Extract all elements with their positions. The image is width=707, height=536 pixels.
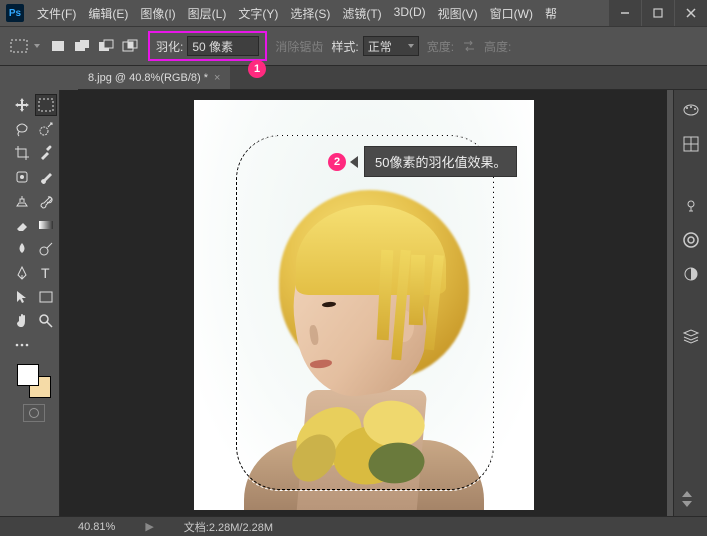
style-select[interactable]: 正常 bbox=[363, 36, 419, 56]
marquee-selection[interactable] bbox=[236, 135, 494, 490]
hand-tool[interactable] bbox=[11, 310, 33, 332]
feather-label: 羽化: bbox=[156, 38, 183, 55]
tool-preset[interactable] bbox=[10, 39, 40, 53]
dodge-tool[interactable] bbox=[35, 238, 57, 260]
quick-mask-toggle[interactable] bbox=[23, 404, 45, 422]
height-label: 高度: bbox=[484, 38, 511, 55]
menu-3d[interactable]: 3D(D) bbox=[389, 2, 431, 25]
new-selection-button[interactable] bbox=[48, 37, 68, 55]
toolbox: T bbox=[8, 90, 60, 516]
tabbar-gutter bbox=[0, 66, 78, 90]
crop-tool[interactable] bbox=[11, 142, 33, 164]
marquee-icon bbox=[10, 39, 28, 53]
type-tool[interactable]: T bbox=[35, 262, 57, 284]
menu-layer[interactable]: 图层(L) bbox=[183, 2, 232, 25]
history-brush-tool[interactable] bbox=[35, 190, 57, 212]
style-label: 样式: bbox=[331, 38, 358, 55]
tab-close-button[interactable]: × bbox=[214, 72, 220, 84]
add-selection-button[interactable] bbox=[72, 37, 92, 55]
antialias-label: 消除锯齿 bbox=[275, 38, 323, 55]
layers-panel-icon[interactable] bbox=[681, 326, 701, 346]
status-bar: 40.81% ▶ 文档:2.28M/2.28M bbox=[0, 516, 707, 536]
empty-tool-slot bbox=[35, 334, 57, 356]
libraries-panel-icon[interactable] bbox=[681, 230, 701, 250]
color-panel-icon[interactable] bbox=[681, 100, 701, 120]
quick-mask-icon bbox=[29, 408, 39, 418]
move-tool[interactable] bbox=[11, 94, 33, 116]
annotation-badge-1: 1 bbox=[248, 60, 266, 78]
doc-info[interactable]: 文档:2.28M/2.28M bbox=[184, 519, 273, 535]
gradient-tool[interactable] bbox=[35, 214, 57, 236]
zoom-readout[interactable]: 40.81% bbox=[78, 521, 115, 533]
annotation-caret-icon bbox=[350, 156, 358, 168]
style-value: 正常 bbox=[368, 38, 392, 55]
titlebar: Ps 文件(F) 编辑(E) 图像(I) 图层(L) 文字(Y) 选择(S) 滤… bbox=[0, 0, 707, 26]
triangle-down-icon bbox=[682, 501, 692, 507]
annotation-2: 2 50像素的羽化值效果。 bbox=[328, 146, 517, 177]
selection-mode-group bbox=[48, 37, 140, 55]
adjustments-panel-icon[interactable] bbox=[681, 264, 701, 284]
menu-help[interactable]: 帮 bbox=[540, 2, 562, 25]
document-tab[interactable]: 8.jpg @ 40.8%(RGB/8) * × bbox=[78, 66, 230, 89]
menu-select[interactable]: 选择(S) bbox=[285, 2, 335, 25]
main-menu: 文件(F) 编辑(E) 图像(I) 图层(L) 文字(Y) 选择(S) 滤镜(T… bbox=[32, 2, 608, 25]
path-selection-tool[interactable] bbox=[11, 286, 33, 308]
color-swatches[interactable] bbox=[17, 364, 51, 398]
menu-edit[interactable]: 编辑(E) bbox=[83, 2, 133, 25]
edit-toolbar-button[interactable] bbox=[11, 334, 33, 356]
foreground-swatch[interactable] bbox=[17, 364, 39, 386]
eraser-tool[interactable] bbox=[11, 214, 33, 236]
close-button[interactable] bbox=[675, 0, 707, 26]
clone-stamp-tool[interactable] bbox=[11, 190, 33, 212]
subtract-selection-button[interactable] bbox=[96, 37, 116, 55]
swap-dims-icon[interactable] bbox=[462, 40, 476, 52]
menu-image[interactable]: 图像(I) bbox=[135, 2, 180, 25]
rectangular-marquee-tool[interactable] bbox=[35, 94, 57, 116]
menu-filter[interactable]: 滤镜(T) bbox=[337, 2, 386, 25]
options-bar: 羽化: 消除锯齿 样式: 正常 宽度: 高度: bbox=[0, 26, 707, 66]
lasso-tool[interactable] bbox=[11, 118, 33, 140]
status-separator: ▶ bbox=[145, 520, 153, 533]
panel-collapse-arrows[interactable] bbox=[675, 484, 699, 514]
menu-window[interactable]: 窗口(W) bbox=[485, 2, 538, 25]
style-group: 样式: 正常 bbox=[331, 36, 418, 56]
maximize-button[interactable] bbox=[642, 0, 674, 26]
quick-selection-tool[interactable] bbox=[35, 118, 57, 140]
annotation-tip-2: 50像素的羽化值效果。 bbox=[364, 146, 517, 177]
feather-control: 羽化: bbox=[148, 31, 267, 61]
tabbar-row: 8.jpg @ 40.8%(RGB/8) * × bbox=[0, 66, 707, 90]
learn-panel-icon[interactable] bbox=[681, 196, 701, 216]
menu-view[interactable]: 视图(V) bbox=[433, 2, 483, 25]
right-dock bbox=[673, 90, 707, 516]
menu-file[interactable]: 文件(F) bbox=[32, 2, 81, 25]
spot-healing-tool[interactable] bbox=[11, 166, 33, 188]
window-controls bbox=[608, 0, 707, 26]
pen-tool[interactable] bbox=[11, 262, 33, 284]
document-tabbar: 8.jpg @ 40.8%(RGB/8) * × bbox=[78, 66, 707, 90]
zoom-tool[interactable] bbox=[35, 310, 57, 332]
minimize-button[interactable] bbox=[609, 0, 641, 26]
feather-input[interactable] bbox=[187, 36, 259, 56]
svg-text:T: T bbox=[41, 265, 50, 281]
intersect-selection-button[interactable] bbox=[120, 37, 140, 55]
eyedropper-tool[interactable] bbox=[35, 142, 57, 164]
blur-tool[interactable] bbox=[11, 238, 33, 260]
chevron-down-icon bbox=[34, 44, 40, 48]
swatches-panel-icon[interactable] bbox=[681, 134, 701, 154]
tab-title: 8.jpg @ 40.8%(RGB/8) * bbox=[88, 72, 208, 84]
app-logo: Ps bbox=[6, 4, 24, 22]
menu-type[interactable]: 文字(Y) bbox=[233, 2, 283, 25]
width-label: 宽度: bbox=[427, 38, 454, 55]
brush-tool[interactable] bbox=[35, 166, 57, 188]
triangle-up-icon bbox=[682, 491, 692, 497]
annotation-badge-2: 2 bbox=[328, 153, 346, 171]
chevron-down-icon bbox=[408, 44, 414, 48]
rectangle-tool[interactable] bbox=[35, 286, 57, 308]
